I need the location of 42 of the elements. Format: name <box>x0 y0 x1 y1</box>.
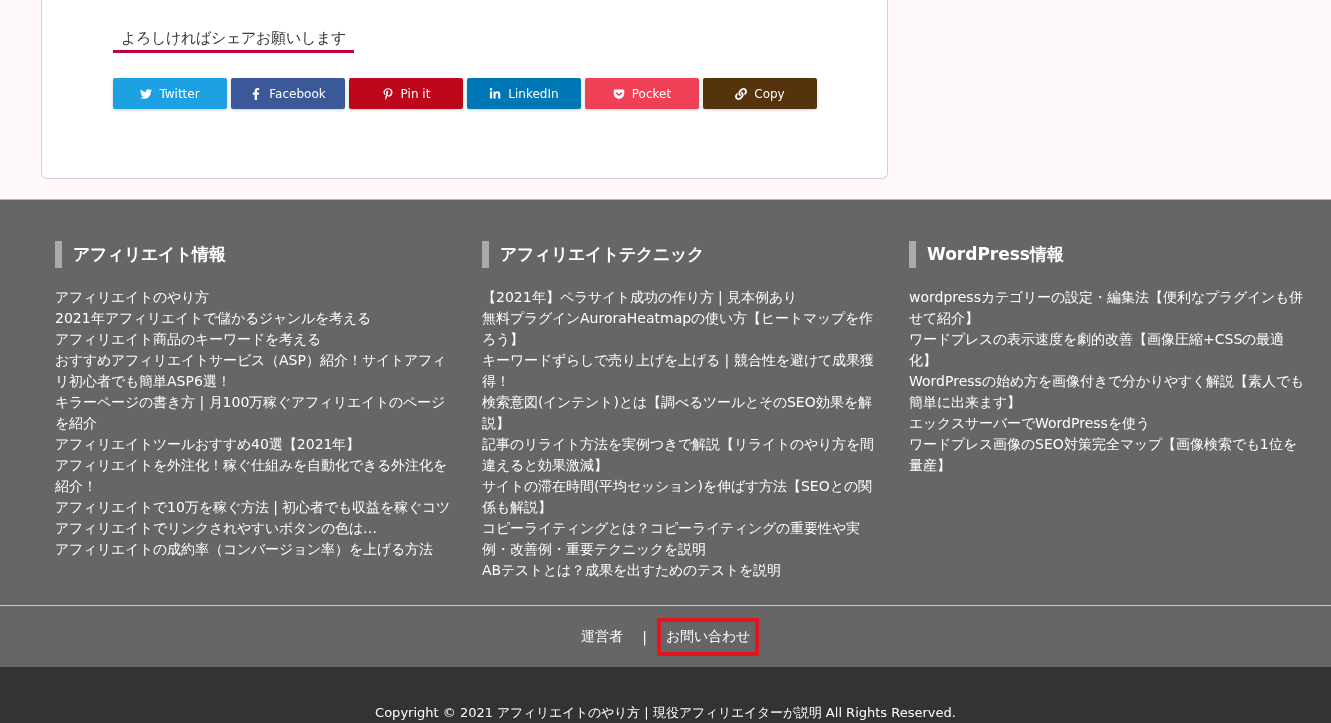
footer-link[interactable]: 無料プラグインAuroraHeatmapの使い方【ヒートマップを作ろう】 <box>482 308 882 350</box>
share-button[interactable]: LinkedIn <box>467 78 581 109</box>
bird-icon <box>140 87 153 100</box>
footer-link[interactable]: wordpressカテゴリーの設定・編集法【便利なプラグインも併せて紹介】 <box>909 287 1309 329</box>
share-button[interactable]: Facebook <box>231 78 345 109</box>
footer-link[interactable]: サイトの滞在時間(平均セッション)を伸ばす方法【SEOとの関係も解説】 <box>482 476 882 518</box>
footer-nav-link[interactable]: 運営者 <box>572 617 633 656</box>
footer-link[interactable]: ワードプレスの表示速度を劇的改善【画像圧縮+CSSの最適化】 <box>909 329 1309 371</box>
footer-link[interactable]: 記事のリライト方法を実例つきで解説【リライトのやり方を間違えると効果激減】 <box>482 434 882 476</box>
link-icon <box>735 87 748 100</box>
pocket-icon <box>612 87 625 100</box>
footer-link[interactable]: 2021年アフィリエイトで儲かるジャンルを考える <box>55 308 455 329</box>
footer-column-title: アフィリエイトテクニック <box>482 241 882 268</box>
linkedin-in-icon <box>489 87 502 100</box>
footer-link[interactable]: アフィリエイトの成約率（コンバージョン率）を上げる方法 <box>55 539 455 560</box>
footer-link[interactable]: WordPressの始め方を画像付きで分かりやすく解説【素人でも簡単に出来ます】 <box>909 371 1309 413</box>
footer-nav-link[interactable]: お問い合わせ <box>656 617 759 656</box>
footer-link[interactable]: アフィリエイトを外注化！稼ぐ仕組みを自動化できる外注化を紹介！ <box>55 455 455 497</box>
footer-link[interactable]: アフィリエイトツールおすすめ40選【2021年】 <box>55 434 455 455</box>
footer-link[interactable]: アフィリエイトのやり方 <box>55 287 455 308</box>
share-button[interactable]: Pocket <box>585 78 699 109</box>
pinterest-p-icon <box>381 87 394 100</box>
copyright-text: Copyright © 2021 アフィリエイトのやり方 | 現役アフィリエイターが説明 All Rights Reserved. <box>375 704 956 722</box>
footer-link[interactable]: おすすめアフィリエイトサービス（ASP）紹介！サイトアフィリ初心者でも簡単ASP6選！ <box>55 350 455 392</box>
footer-link[interactable]: キーワードずらしで売り上げを上げる | 競合性を避けて成果獲得！ <box>482 350 882 392</box>
share-button[interactable]: Twitter <box>113 78 227 109</box>
share-heading: よろしければシェアお願いします <box>113 29 354 53</box>
footer-link[interactable]: ABテストとは？成果を出すためのテストを説明 <box>482 560 882 581</box>
footer-link[interactable]: コピーライティングとは？コピーライティングの重要性や実例・改善例・重要テクニックを説明 <box>482 518 882 560</box>
footer-link[interactable]: キラーページの書き方 | 月100万稼ぐアフィリエイトのページを紹介 <box>55 392 455 434</box>
footer-link[interactable]: 【2021年】ペラサイト成功の作り方 | 見本例あり <box>482 287 882 308</box>
share-button[interactable]: Pin it <box>349 78 463 109</box>
footer-column-title: アフィリエイト情報 <box>55 241 455 268</box>
footer-link[interactable]: エックスサーバーでWordPressを使う <box>909 413 1309 434</box>
share-button[interactable]: Copy <box>703 78 817 109</box>
footer-link[interactable]: アフィリエイトで10万を稼ぐ方法 | 初心者でも収益を稼ぐコツ <box>55 497 455 518</box>
footer-column-title: WordPress情報 <box>909 241 1309 268</box>
footer-link[interactable]: ワードプレス画像のSEO対策完全マップ【画像検索でも1位を量産】 <box>909 434 1309 476</box>
separator: | <box>642 628 647 645</box>
footer-link[interactable]: 検索意図(インテント)とは【調べるツールとそのSEO効果を解説】 <box>482 392 882 434</box>
footer-link[interactable]: アフィリエイト商品のキーワードを考える <box>55 329 455 350</box>
footer-link[interactable]: アフィリエイトでリンクされやすいボタンの色は… <box>55 518 455 539</box>
